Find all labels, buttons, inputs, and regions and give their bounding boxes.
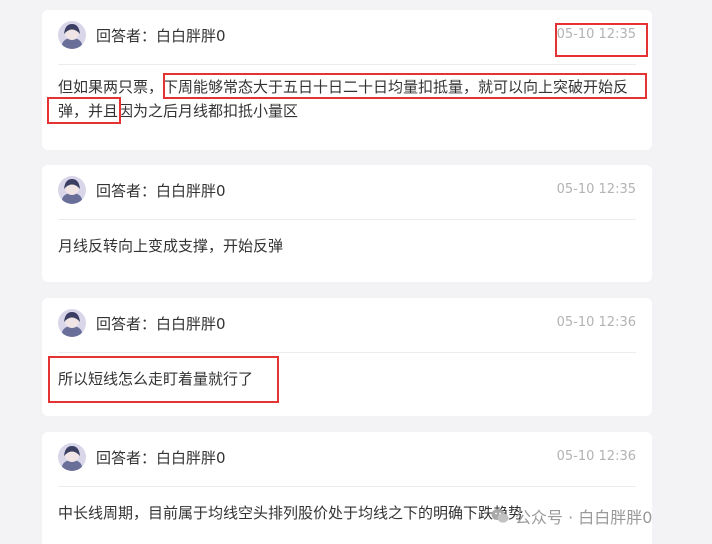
answerer-name: 回答者：白白胖胖0 bbox=[96, 182, 226, 200]
wechat-icon bbox=[491, 509, 509, 523]
answer-header: 回答者：白白胖胖0 05-10 12:36 bbox=[58, 432, 636, 487]
answer-time: 05-10 12:36 bbox=[556, 449, 636, 464]
answer-text: 但如果两只票，下周能够常态大于五日十日二十日均量扣抵量，就可以向上突破开始反弹，… bbox=[58, 78, 629, 120]
answer-text: 月线反转向上变成支撑，开始反弹 bbox=[58, 237, 284, 255]
avatar[interactable] bbox=[58, 21, 86, 49]
answer-header: 回答者：白白胖胖0 05-10 12:35 bbox=[58, 10, 636, 65]
answerer-name: 回答者：白白胖胖0 bbox=[96, 449, 226, 467]
answer-card: 回答者：白白胖胖0 05-10 12:35 月线反转向上变成支撑，开始反弹 bbox=[42, 165, 652, 282]
watermark: 公众号 · 白白胖胖0 bbox=[491, 504, 652, 528]
avatar[interactable] bbox=[58, 443, 86, 471]
answer-text: 所以短线怎么走盯着量就行了 bbox=[58, 370, 254, 388]
watermark-text: 公众号 · 白白胖胖0 bbox=[515, 508, 653, 527]
answerer-name: 回答者：白白胖胖0 bbox=[96, 315, 226, 333]
qa-thread: 回答者：白白胖胖0 05-10 12:35 但如果两只票，下周能够常态大于五日十… bbox=[0, 0, 712, 544]
answer-card: 回答者：白白胖胖0 05-10 12:35 但如果两只票，下周能够常态大于五日十… bbox=[42, 10, 652, 150]
answer-header: 回答者：白白胖胖0 05-10 12:36 bbox=[58, 298, 636, 353]
avatar[interactable] bbox=[58, 309, 86, 337]
answer-time: 05-10 12:36 bbox=[556, 315, 636, 330]
answer-time: 05-10 12:35 bbox=[556, 27, 636, 42]
answer-card: 回答者：白白胖胖0 05-10 12:36 所以短线怎么走盯着量就行了 bbox=[42, 298, 652, 416]
answerer-name: 回答者：白白胖胖0 bbox=[96, 27, 226, 45]
answer-header: 回答者：白白胖胖0 05-10 12:35 bbox=[58, 165, 636, 220]
avatar[interactable] bbox=[58, 176, 86, 204]
answer-time: 05-10 12:35 bbox=[556, 182, 636, 197]
